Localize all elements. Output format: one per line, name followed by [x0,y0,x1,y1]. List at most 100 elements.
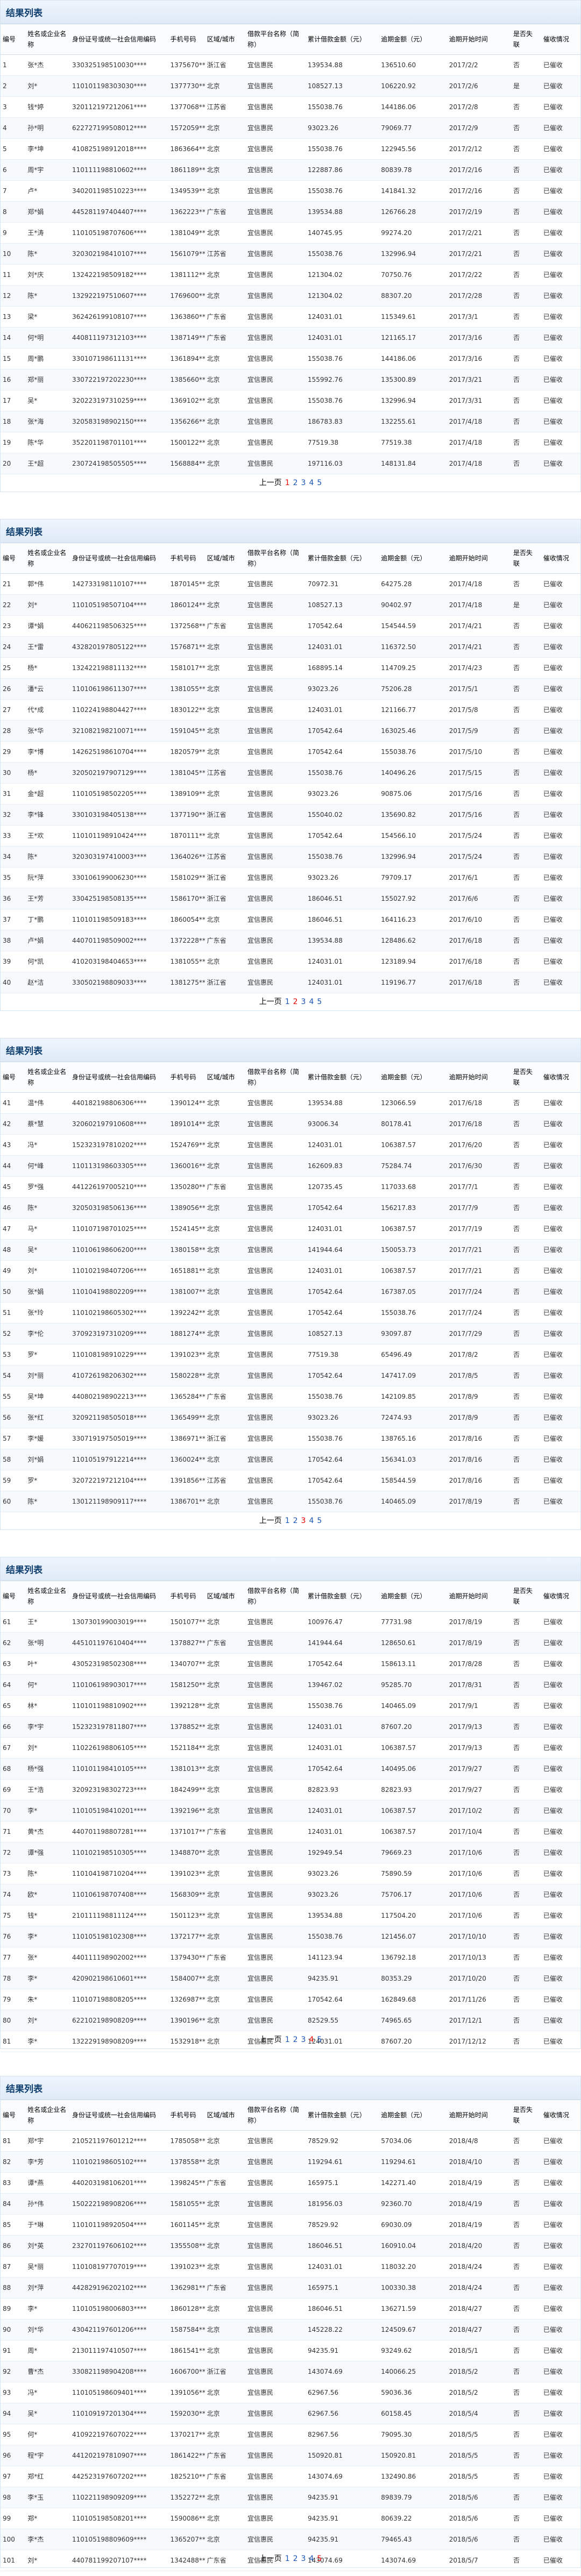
page-link-3[interactable]: 3 [300,478,308,488]
cell-platform: 宜信惠民 [245,1239,306,1261]
page-link-4[interactable]: 4 [307,2035,315,2045]
pagination: 上一页 1 2 3 4 5 [1,2552,580,2564]
cell-name: 王*超 [25,453,70,474]
cell-total-borrowed: 186046.51 [305,888,379,909]
page-link-3[interactable]: 3 [300,1516,308,1526]
cell-id: 4 [1,117,26,139]
cell-phone: 1861189**** [168,159,205,181]
column-header-overdue-amount: 逾期金额（元） [379,24,447,55]
cell-region: 北京 [204,699,246,721]
cell-id-number: 432820197805122**** [69,636,168,658]
cell-phone: 1651881**** [168,1260,205,1282]
cell-id: 91 [1,2340,26,2361]
page-link-5[interactable]: 5 [315,2035,323,2045]
cell-total-borrowed: 78529.92 [305,2130,379,2152]
cell-id: 81 [1,2130,26,2152]
table-row: 91周*213011197410507****1861541****北京宜信惠民… [1,2340,580,2361]
cell-phone: 1392196**** [168,1800,205,1821]
cell-region: 北京 [204,741,246,763]
page-link-2[interactable]: 2 [292,2554,300,2564]
cell-collection-status: 已催收 [541,2361,580,2382]
cell-total-borrowed: 93023.26 [305,783,379,805]
cell-lost-contact: 是 [511,594,541,616]
table-row: 59罗*320722197212104****1391856****江苏省宜信惠… [1,1470,580,1491]
table-row: 61王*130730199003019****1501077****北京宜信惠民… [1,1611,580,1633]
cell-name: 于*琳 [25,2214,70,2236]
page-link-5[interactable]: 5 [315,2554,323,2564]
cell-lost-contact: 否 [511,2487,541,2508]
panel-header: 结果列表 [1,520,580,543]
cell-id: 52 [1,1323,26,1344]
page-link-5[interactable]: 5 [315,1516,323,1526]
cell-id-number: 110113198603305**** [69,1155,168,1177]
table-row: 77张*440111198902002****1379430****广东省宜信惠… [1,1947,580,1968]
cell-overdue-amount: 59036.36 [379,2382,447,2403]
page-link-2[interactable]: 2 [292,478,300,488]
cell-id: 54 [1,1365,26,1386]
cell-platform: 宜信惠民 [245,2298,306,2319]
cell-platform: 宜信惠民 [245,1428,306,1449]
prev-page-button[interactable]: 上一页 [258,1514,284,1526]
table-row: 22刘*110105198507104****1860124****北京宜信惠民… [1,594,580,616]
cell-id-number: 142733198110107**** [69,573,168,595]
cell-collection-status: 已催收 [541,1842,580,1863]
cell-phone: 1349539**** [168,180,205,202]
cell-name: 李* [25,1926,70,1947]
cell-region: 广东省 [204,615,246,637]
cell-lost-contact: 否 [511,2403,541,2424]
cell-id-number: 330106199006230**** [69,867,168,888]
page-link-3[interactable]: 3 [300,2554,308,2564]
page-link-5[interactable]: 5 [315,997,323,1007]
panel-title: 结果列表 [6,1565,42,1576]
page-link-1[interactable]: 1 [284,1516,292,1526]
cell-region: 北京 [204,348,246,369]
cell-total-borrowed: 94235.91 [305,1968,379,1989]
cell-overdue-amount: 93097.87 [379,1323,447,1344]
prev-page-button[interactable]: 上一页 [258,476,284,488]
page-link-1[interactable]: 1 [284,997,292,1007]
cell-total-borrowed: 155038.76 [305,96,379,118]
cell-id: 99 [1,2508,26,2529]
page-link-3[interactable]: 3 [300,2035,308,2045]
page-link-4[interactable]: 4 [307,1516,315,1526]
cell-region: 北京 [204,1155,246,1177]
cell-collection-status: 已催收 [541,825,580,846]
cell-lost-contact: 否 [511,783,541,805]
page-link-4[interactable]: 4 [307,2554,315,2564]
page-link-2[interactable]: 2 [292,1516,300,1526]
page-link-4[interactable]: 4 [307,478,315,488]
page-link-2[interactable]: 2 [292,2035,300,2045]
cell-collection-status: 已催收 [541,888,580,909]
cell-phone: 1380158**** [168,1239,205,1261]
prev-page-button[interactable]: 上一页 [258,2033,284,2045]
cell-overdue-amount: 90402.97 [379,594,447,616]
page-link-2[interactable]: 2 [292,997,300,1007]
cell-platform: 宜信惠民 [245,96,306,118]
result-list-panel: 结果列表 编号 姓名或企业名称 身份证号或统一社会信用编码 手机号码 区域/城市 借款平台名… [0,0,581,492]
cell-name: 刘*华 [25,2319,70,2340]
page-link-3[interactable]: 3 [300,997,308,1007]
cell-name: 周* [25,2340,70,2361]
cell-id-number: 410922197607022**** [69,2424,168,2445]
cell-id: 21 [1,573,26,595]
page-link-4[interactable]: 4 [307,997,315,1007]
cell-region: 北京 [204,2298,246,2319]
page-link-1[interactable]: 1 [284,478,292,488]
cell-total-borrowed: 141944.64 [305,1239,379,1261]
cell-overdue-amount: 132996.94 [379,846,447,867]
cell-id-number: 320583198902150**** [69,411,168,432]
page-link-1[interactable]: 1 [284,2035,292,2045]
prev-page-button[interactable]: 上一页 [258,2552,284,2564]
cell-region: 北京 [204,1491,246,1512]
cell-region: 北京 [204,1323,246,1344]
table-row: 68杨*强110101198410105****1381013****北京宜信惠… [1,1758,580,1780]
cell-total-borrowed: 94235.91 [305,2508,379,2529]
cell-total-borrowed: 155040.02 [305,804,379,826]
cell-overdue-amount: 119294.61 [379,2151,447,2173]
prev-page-button[interactable]: 上一页 [258,995,284,1007]
cell-name: 叶* [25,1653,70,1675]
page-link-5[interactable]: 5 [315,478,323,488]
table-row: 66李*宇152323197811807****1378852****北京宜信惠… [1,1716,580,1738]
page-link-1[interactable]: 1 [284,2554,292,2564]
cell-region: 广东省 [204,2466,246,2487]
